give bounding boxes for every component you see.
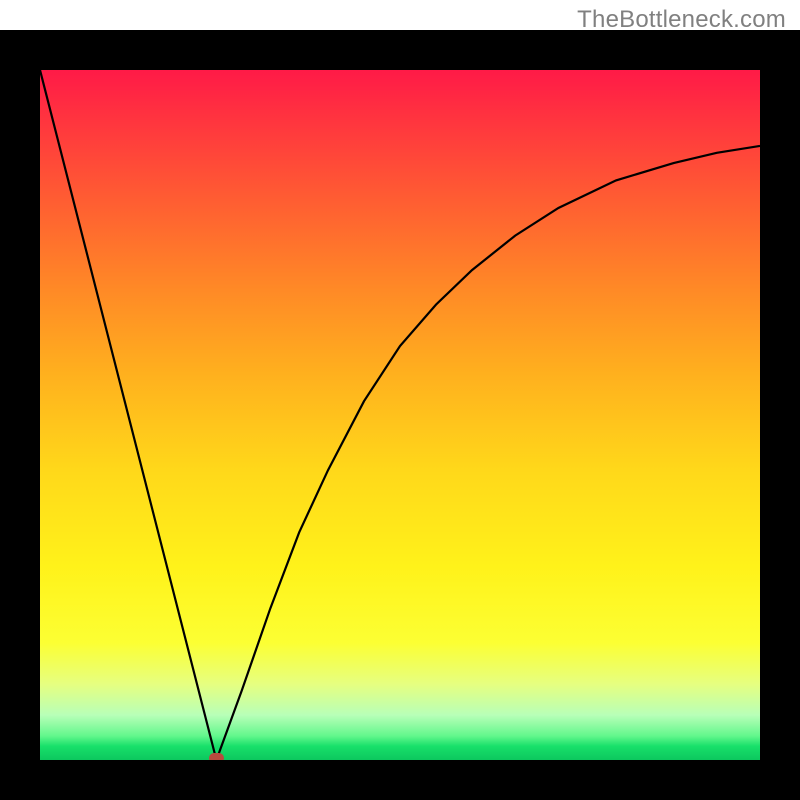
chart-frame: TheBottleneck.com xyxy=(0,0,800,800)
plot-area xyxy=(40,70,760,760)
frame-border-right xyxy=(760,30,800,800)
frame-border-top xyxy=(0,30,800,70)
bottleneck-curve xyxy=(40,70,760,760)
minimum-marker xyxy=(209,753,224,760)
frame-border-left xyxy=(0,30,40,800)
watermark-text: TheBottleneck.com xyxy=(577,6,786,34)
frame-border-bottom xyxy=(0,760,800,800)
curve-svg xyxy=(40,70,760,760)
